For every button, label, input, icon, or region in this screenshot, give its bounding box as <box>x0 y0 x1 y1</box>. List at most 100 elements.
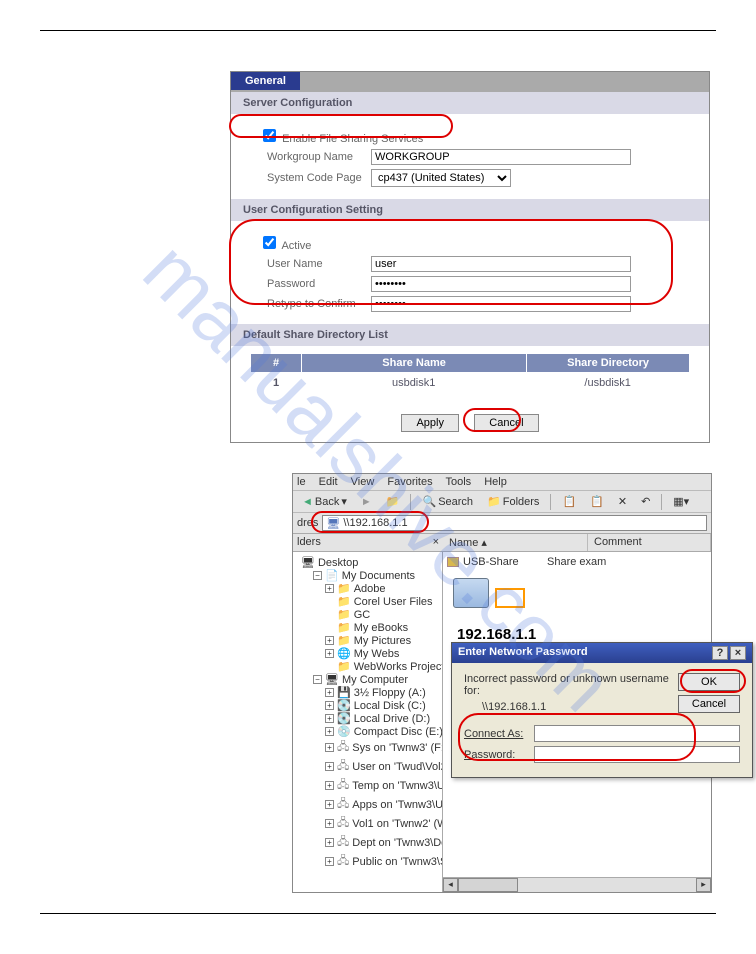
dialog-titlebar: Enter Network Password ? × <box>452 643 752 663</box>
copy-to-icon[interactable]: 📋 <box>585 493 609 510</box>
tree-localc[interactable]: Local Disk (C:) <box>354 700 426 712</box>
active-label: Active <box>281 240 311 252</box>
tree-sysf[interactable]: Sys on 'Twnw3' (F:) <box>352 742 443 754</box>
tree-deptx[interactable]: Dept on 'Twnw3\Develop' (X:) <box>352 837 443 849</box>
tree-volw[interactable]: Vol1 on 'Twnw2' (W:) <box>352 818 443 830</box>
expand-icon[interactable]: + <box>325 800 334 809</box>
expand-icon[interactable]: + <box>325 727 334 736</box>
workgroup-name-input[interactable] <box>371 149 631 165</box>
server-config-header: Server Configuration <box>231 92 709 114</box>
cell-share-dir: /usbdisk1 <box>526 374 689 392</box>
tree-webs[interactable]: My Webs <box>354 648 400 660</box>
forward-button[interactable]: ► <box>356 494 377 510</box>
password-input[interactable] <box>371 276 631 292</box>
username-input[interactable] <box>371 256 631 272</box>
menu-view[interactable]: View <box>351 476 375 488</box>
expand-icon[interactable]: + <box>325 857 334 866</box>
expand-icon[interactable]: + <box>325 636 334 645</box>
folder-up-icon: 📁 <box>386 495 400 508</box>
network-password-dialog: Enter Network Password ? × Incorrect pas… <box>451 642 753 778</box>
code-page-label: System Code Page <box>251 172 371 184</box>
expand-icon[interactable]: + <box>325 714 334 723</box>
tree-publicy[interactable]: Public on 'Twnw3\Sys' (Y:) <box>352 856 443 868</box>
dialog-password-input[interactable] <box>534 746 740 763</box>
folders-button[interactable]: 📁 Folders <box>482 493 544 510</box>
tree-locald[interactable]: Local Drive (D:) <box>354 713 430 725</box>
tree-ebooks[interactable]: My eBooks <box>354 622 408 634</box>
folders-icon: 📁 <box>487 495 501 508</box>
scroll-right-icon[interactable]: ▸ <box>696 878 711 892</box>
active-checkbox[interactable] <box>263 236 276 249</box>
tree-adobe[interactable]: Adobe <box>354 583 386 595</box>
share-item-row[interactable]: USB-Share Share exam <box>443 556 711 568</box>
tree-desktop[interactable]: Desktop <box>318 557 358 569</box>
folder-tree[interactable]: 🖥Desktop −📄My Documents +📁Adobe 📁Corel U… <box>293 552 443 892</box>
tree-tempt[interactable]: Temp on 'Twnw3\Utl' (T:) <box>352 780 443 792</box>
cell-share-name: usbdisk1 <box>301 374 526 392</box>
connect-as-input[interactable] <box>534 725 740 742</box>
close-icon[interactable]: × <box>730 646 746 660</box>
code-page-select[interactable]: cp437 (United States) <box>371 169 511 187</box>
tree-compact[interactable]: Compact Disc (E:) <box>354 726 443 738</box>
expand-icon[interactable]: + <box>325 688 334 697</box>
up-button[interactable]: 📁 <box>381 493 405 510</box>
tab-general[interactable]: General <box>231 72 300 90</box>
tree-gc[interactable]: GC <box>354 609 371 621</box>
delete-icon[interactable]: ✕ <box>613 493 632 510</box>
expand-icon[interactable]: + <box>325 762 334 771</box>
menu-tools[interactable]: Tools <box>445 476 471 488</box>
menu-help[interactable]: Help <box>484 476 507 488</box>
computer-icon: 🖥 <box>326 517 340 530</box>
dialog-message: Incorrect password or unknown username f… <box>464 673 670 697</box>
expand-icon[interactable]: + <box>325 649 334 658</box>
separator-icon <box>550 494 551 510</box>
horizontal-scrollbar[interactable]: ◂ ▸ <box>443 877 711 892</box>
tree-mycomp[interactable]: My Computer <box>342 674 408 686</box>
back-button[interactable]: ◄ Back ▾ <box>297 493 352 510</box>
search-button[interactable]: 🔍 Search <box>417 493 478 510</box>
tree-floppy[interactable]: 3½ Floppy (A:) <box>354 687 426 699</box>
drive-icon: 💽 <box>337 712 351 725</box>
expand-icon[interactable]: + <box>325 701 334 710</box>
undo-icon[interactable]: ↶ <box>636 493 655 510</box>
menu-file[interactable]: le <box>297 476 306 488</box>
menu-edit[interactable]: Edit <box>319 476 338 488</box>
collapse-icon[interactable]: − <box>313 571 322 580</box>
move-to-icon[interactable]: 📋 <box>557 493 581 510</box>
usb-share-name: USB-Share <box>463 556 543 568</box>
address-input[interactable]: 🖥 \\192.168.1.1 <box>322 515 707 531</box>
expand-icon[interactable]: + <box>325 584 334 593</box>
tree-userm[interactable]: User on 'Twud\Vol2' (M:) <box>352 761 443 773</box>
desktop-icon: 🖥 <box>301 556 315 569</box>
collapse-icon[interactable]: − <box>313 675 322 684</box>
content-pane: USB-Share Share exam 192.168.1.1 Enter N… <box>443 552 711 892</box>
mydocs-icon: 📄 <box>325 569 339 582</box>
retype-input[interactable] <box>371 296 631 312</box>
col-comment-header[interactable]: Comment <box>588 534 711 551</box>
cancel-button[interactable]: Cancel <box>474 414 538 432</box>
apply-button[interactable]: Apply <box>401 414 459 432</box>
expand-icon[interactable]: + <box>325 781 334 790</box>
scroll-thumb[interactable] <box>458 878 518 892</box>
help-icon[interactable]: ? <box>712 646 728 660</box>
close-pane-icon[interactable]: × <box>433 536 439 549</box>
scroll-left-icon[interactable]: ◂ <box>443 878 458 892</box>
tree-corel[interactable]: Corel User Files <box>354 596 433 608</box>
menu-favorites[interactable]: Favorites <box>387 476 432 488</box>
expand-icon[interactable]: + <box>325 743 334 752</box>
tree-mydocs[interactable]: My Documents <box>342 570 415 582</box>
dialog-cancel-button[interactable]: Cancel <box>678 695 740 713</box>
expand-icon[interactable]: + <box>325 819 334 828</box>
network-link-icon <box>495 588 525 608</box>
ok-button[interactable]: OK <box>678 673 740 691</box>
enable-file-sharing-checkbox[interactable] <box>263 129 276 142</box>
web-icon: 🌐 <box>337 647 351 660</box>
col-name-header[interactable]: Name ▴ <box>443 534 588 551</box>
views-icon[interactable]: ▦▾ <box>668 493 694 510</box>
tree-pictures[interactable]: My Pictures <box>354 635 411 647</box>
netdrive-icon: 🖧 <box>337 757 349 776</box>
expand-icon[interactable]: + <box>325 838 334 847</box>
tree-appsu[interactable]: Apps on 'Twnw3\Utl' (U:) <box>352 799 443 811</box>
folder-icon: 📁 <box>337 660 351 673</box>
tree-webworks[interactable]: WebWorks Projects <box>354 661 443 673</box>
